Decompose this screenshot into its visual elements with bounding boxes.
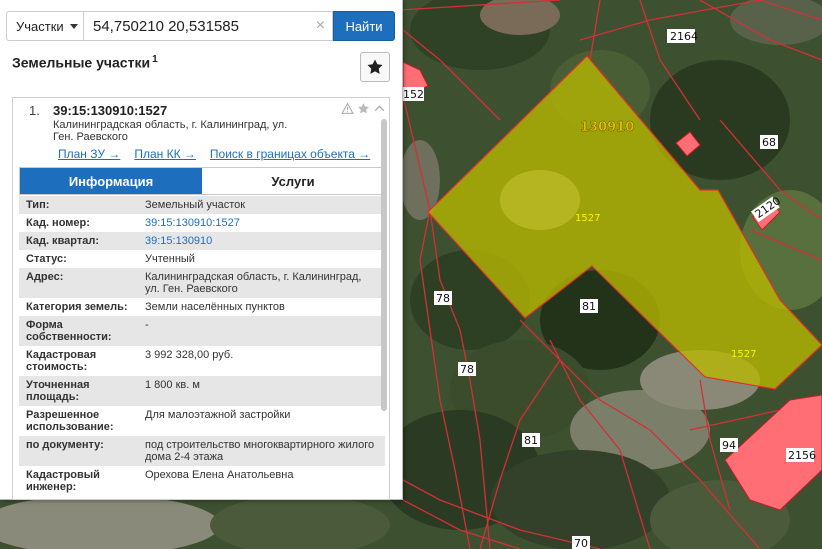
row-value: под строительство многоквартирного жилог… [145,439,375,463]
search-input[interactable] [84,12,332,40]
parcel-label-1527-bottom: 1527 [731,349,756,360]
table-row: Статус: Учтенный [19,250,385,268]
table-row: Категория земель: Земли населённых пункто… [19,298,385,316]
row-value: - [145,319,149,331]
result-card: 1. 39:15:130910:1527 Калининградская обл… [12,97,390,500]
table-row: Уточненная площадь: 1 800 кв. м [19,376,385,406]
star-icon[interactable] [357,102,370,115]
row-value: Земельный участок [145,199,246,211]
row-key: Тип: [26,199,50,211]
row-value: Орехова Елена Анатольевна [145,469,294,481]
parcel-label-78-bottom: 78 [460,363,474,376]
search-type-dropdown[interactable]: Участки [6,11,83,41]
search-input-wrapper: × [83,11,333,41]
row-key: Кадастровая стоимость: [26,349,97,373]
favorites-button[interactable] [360,52,390,82]
row-value: 3 992 328,00 руб. [145,349,234,361]
card-actions [341,102,386,115]
tab-info[interactable]: Информация [20,168,202,194]
page-title: Земельные участки 1 [12,54,158,71]
parcel-label-78-top: 78 [436,292,450,305]
parcel-label-81-top: 81 [582,300,596,313]
search-within-link[interactable]: Поиск в границах объекта → [210,147,370,161]
table-row: Форма собственности: - [19,316,385,346]
row-key: Разрешенное использование: [26,409,114,433]
quarter-label-130910: 130910 [580,120,634,135]
row-key: Кад. номер: [26,217,90,229]
parcel-label-68: 68 [762,136,776,149]
clear-icon[interactable]: × [316,17,325,35]
panel-title-text: Земельные участки [12,54,151,71]
parcel-label-2156: 2156 [788,449,816,462]
result-number: 1. [29,103,40,118]
table-row: Кад. квартал: 39:15:130910 [19,232,385,250]
info-table: Тип: Земельный участок Кад. номер: 39:15:1… [19,196,385,496]
parcel-label-94: 94 [722,439,736,452]
parcel-label-1527-top: 1527 [575,213,600,224]
table-row: Разрешенное использование: Для малоэтажно… [19,406,385,436]
row-value: Земли населённых пунктов [145,301,285,313]
row-key: Кадастровый инженер: [26,469,100,493]
plan-kk-link[interactable]: План КК → [134,147,196,161]
parcel-label-2164: 2164 [670,30,698,43]
row-value: Для малоэтажной застройки [145,409,291,421]
search-button[interactable]: Найти [333,11,395,41]
parcel-label-70: 70 [574,537,588,549]
plan-zu-link[interactable]: План ЗУ → [58,147,120,161]
star-icon [367,59,383,74]
cadastral-number-link[interactable]: 39:15:130910:1527 [139,217,385,229]
row-key: Адрес: [26,271,64,283]
table-row: Кад. номер: 39:15:130910:1527 [19,214,385,232]
chevron-up-icon[interactable] [373,102,386,115]
row-key: Форма собственности: [26,319,112,343]
table-row: Кадастровый инженер: Орехова Елена Анатол… [19,466,385,496]
scrollbar[interactable] [381,119,387,411]
search-type-label: Участки [16,18,64,34]
search-bar: Участки × Найти [6,11,397,41]
search-results-panel: Участки × Найти Земельные участки1 1. 39… [0,0,403,500]
parcel-address: Калининградская область, г. Калининград,… [53,119,288,143]
cadastral-quarter-link[interactable]: 39:15:130910 [139,235,385,247]
table-row: Адрес: Калининградская область, г. Калини… [19,268,385,298]
card-tabs: Информация Услуги [19,167,385,195]
table-row: Тип: Земельный участок [19,196,385,214]
cadastral-number[interactable]: 39:15:130910:1527 [53,103,167,118]
row-key: Уточненная площадь: [26,379,90,403]
row-key: по документу: [26,439,104,451]
warning-icon[interactable] [341,102,354,115]
result-count: 1 [152,54,158,65]
row-value: Учтенный [145,253,195,265]
row-key: Кад. квартал: [26,235,100,247]
row-key: Статус: [26,253,67,265]
row-key: Категория земель: [26,301,128,313]
parcel-label-152: 152 [403,88,424,101]
card-links: План ЗУ → План КК → Поиск в границах объ… [58,147,370,161]
tab-services[interactable]: Услуги [202,168,384,194]
chevron-down-icon [69,23,78,29]
parcel-label-81-bottom: 81 [524,434,538,447]
table-row: по документу: под строительство многоквар… [19,436,385,466]
row-value: 1 800 кв. м [145,379,200,391]
table-row: Кадастровая стоимость: 3 992 328,00 руб. [19,346,385,376]
row-value: Калининградская область, г. Калининград,… [145,271,362,295]
